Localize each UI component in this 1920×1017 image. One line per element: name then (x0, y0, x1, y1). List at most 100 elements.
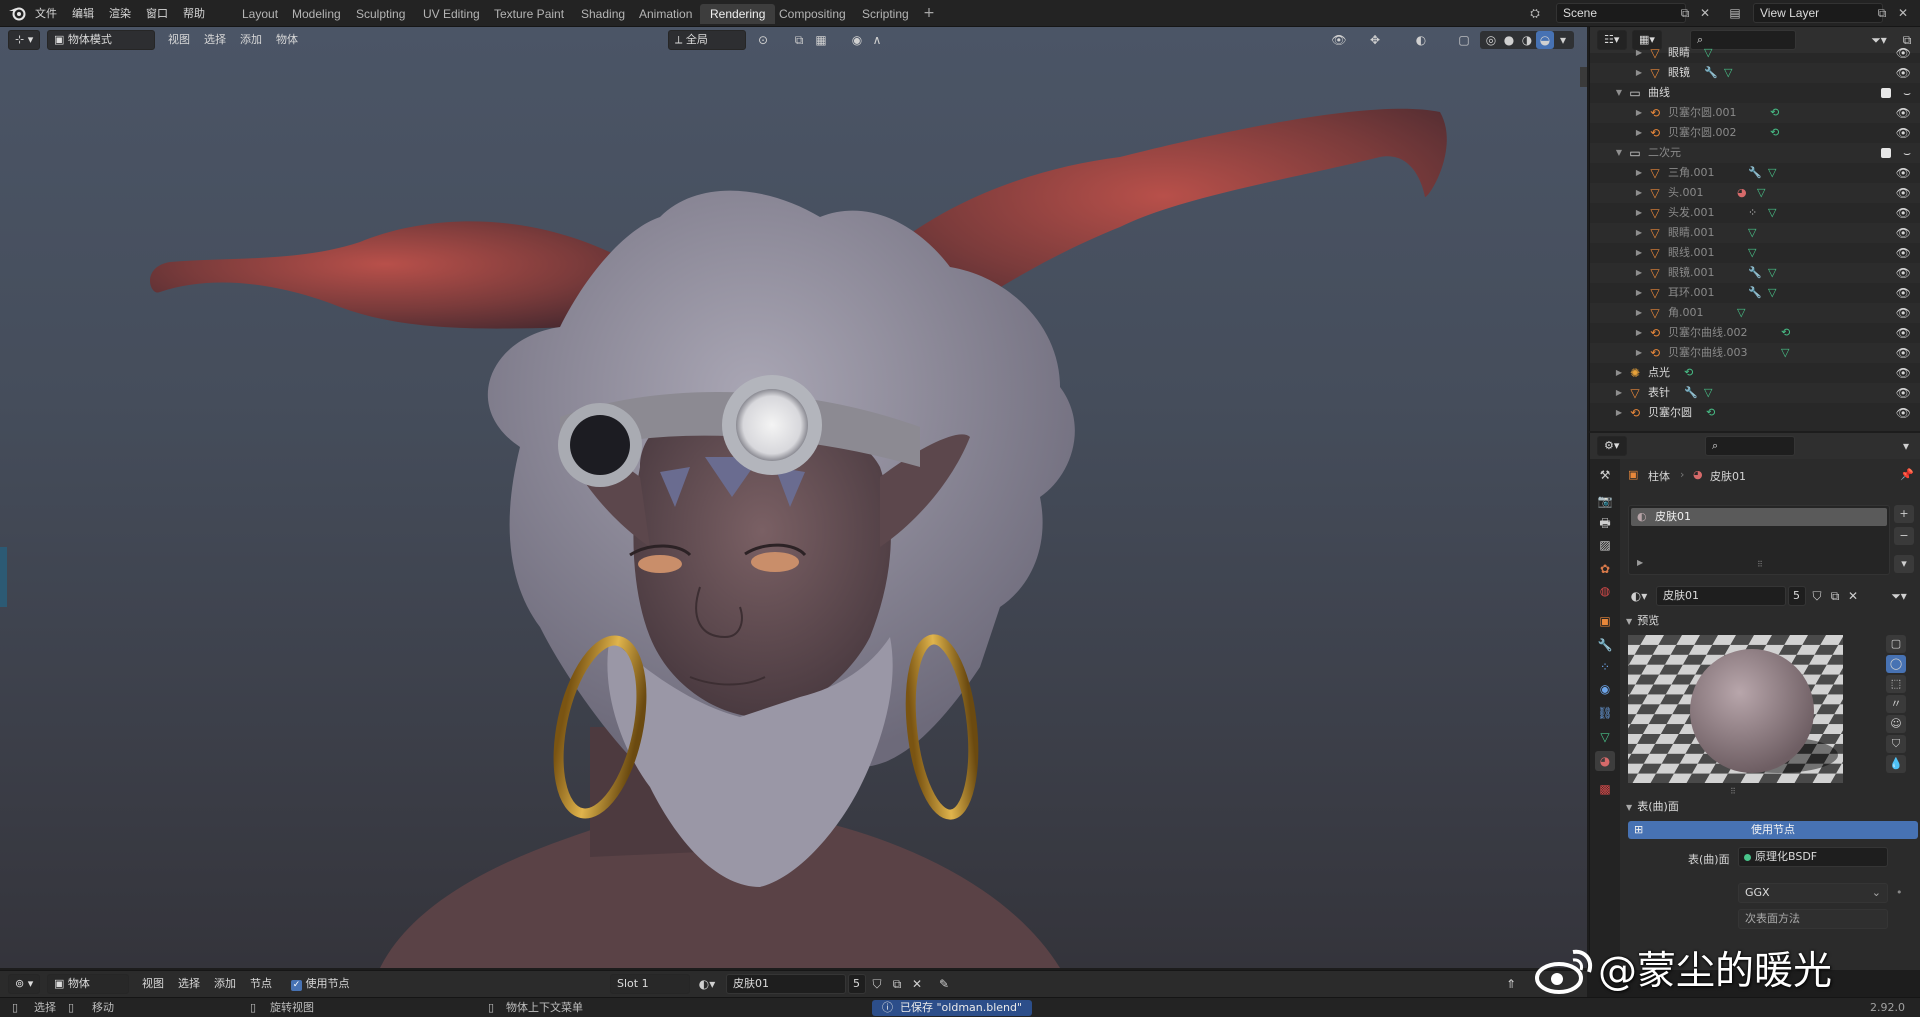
surface-shader-field[interactable]: 原理化BSDF (1738, 847, 1888, 867)
mesh-icon[interactable]: ▽ (1704, 383, 1712, 403)
visibility-eye-icon[interactable]: 👁 (1896, 243, 1911, 263)
expand-arrow-icon[interactable]: ▶ (1634, 263, 1644, 283)
pivot-icon[interactable]: ⊙ (754, 31, 772, 49)
menu-window[interactable]: 窗口 (146, 0, 168, 27)
remove-scene-icon[interactable]: ✕ (1695, 4, 1715, 22)
view-layer-field[interactable]: View Layer (1753, 3, 1883, 23)
expand-arrow-icon[interactable]: ▶ (1614, 383, 1624, 403)
expand-arrow-icon[interactable]: ▶ (1614, 363, 1624, 383)
wrench-icon[interactable]: 🔧 (1748, 283, 1762, 303)
tab-sculpting[interactable]: Sculpting (346, 4, 415, 24)
proportional-edit-icon[interactable]: ◉ (848, 31, 866, 49)
particles-icon[interactable]: ⁘ (1748, 203, 1757, 223)
parent-node-tree-icon[interactable]: ⇑ (1502, 975, 1520, 993)
remove-slot-icon[interactable]: − (1894, 527, 1914, 545)
mesh-icon[interactable]: ▽ (1757, 183, 1765, 203)
world-tab-icon[interactable]: ◍ (1595, 581, 1615, 601)
object-tab-icon[interactable]: ▣ (1595, 611, 1615, 631)
mesh-icon[interactable]: ▽ (1781, 343, 1789, 363)
scene-selector-icon[interactable]: ⛭ (1525, 4, 1545, 22)
visibility-eye-icon[interactable]: 👁 (1896, 343, 1911, 363)
outliner-object-row[interactable]: ▶ ⟲ 贝塞尔曲线.002 ⟲ 👁 (1590, 323, 1920, 343)
use-nodes-button[interactable]: ⊞ 使用节点 (1628, 821, 1918, 839)
expand-arrow-icon[interactable]: ▶ (1634, 243, 1644, 263)
outliner-item-label[interactable]: 二次元 (1648, 143, 1681, 163)
wrench-icon[interactable]: 🔧 (1748, 263, 1762, 283)
slot-dropdown[interactable]: Slot 1 (610, 974, 690, 994)
physics-tab-icon[interactable]: ◉ (1595, 679, 1615, 699)
mesh-icon[interactable]: ▽ (1704, 43, 1712, 63)
link-mode-icon[interactable]: ⏷▾ (1890, 587, 1908, 605)
tab-modeling[interactable]: Modeling (282, 4, 351, 24)
duplicate-material-icon[interactable]: ⧉ (888, 975, 906, 993)
expand-arrow-icon[interactable]: ▶ (1634, 283, 1644, 303)
snap-icon[interactable]: ⧉ (790, 31, 808, 49)
3d-viewport[interactable]: ⊹ ▾ ▣ 物体模式 视图 选择 添加 物体 ⟂ 全局 ⊙ ⧉ ▦ ◉ ∧ 👁 … (0, 27, 1587, 968)
wrench-icon[interactable]: 🔧 (1684, 383, 1698, 403)
tab-compositing[interactable]: Compositing (769, 4, 856, 24)
visibility-eye-icon[interactable]: 👁 (1896, 303, 1911, 323)
exclude-checkbox[interactable] (1881, 88, 1891, 98)
expand-list-icon[interactable]: ▶ (1637, 558, 1643, 567)
fake-user-icon[interactable]: ⛉ (868, 975, 886, 993)
light-data-icon[interactable]: ⟲ (1684, 363, 1693, 383)
mesh-icon[interactable]: ▽ (1748, 243, 1756, 263)
rendered-scene[interactable] (0, 27, 1587, 968)
texture-tab-icon[interactable]: ▩ (1595, 779, 1615, 799)
node-menu-view[interactable]: 视图 (137, 974, 169, 994)
material-icon[interactable]: ◕ (1737, 183, 1747, 203)
outliner-item-label[interactable]: 点光 (1648, 363, 1670, 383)
expand-arrow-icon[interactable]: ▶ (1634, 323, 1644, 343)
tab-scripting[interactable]: Scripting (852, 4, 919, 24)
gizmo-icon[interactable]: ✥ (1366, 31, 1384, 49)
expand-arrow-icon[interactable]: ▶ (1634, 183, 1644, 203)
falloff-icon[interactable]: ∧ (868, 31, 886, 49)
tool-tab-icon[interactable]: ⚒ (1595, 465, 1615, 485)
duplicate-material-icon[interactable]: ⧉ (1826, 587, 1844, 605)
mesh-icon[interactable]: ▽ (1768, 283, 1776, 303)
viewport-menu-view[interactable]: 视图 (163, 30, 195, 50)
expand-arrow-icon[interactable]: ▼ (1614, 143, 1624, 163)
preview-flat-icon[interactable]: ▢ (1886, 635, 1906, 653)
outliner-object-row[interactable]: ▶ ▽ 三角.001 🔧 ▽ 👁 (1590, 163, 1920, 183)
view-layer-icon[interactable]: ▤ (1725, 4, 1745, 22)
tab-animation[interactable]: Animation (629, 4, 702, 24)
visibility-eye-icon[interactable]: 👁 (1896, 203, 1911, 223)
mesh-icon[interactable]: ▽ (1768, 203, 1776, 223)
fake-user-icon[interactable]: ⛉ (1808, 587, 1826, 605)
outliner-object-row[interactable]: ▶ ⟲ 贝塞尔圆.002 ⟲ 👁 (1590, 123, 1920, 143)
outliner-object-row[interactable]: ▶ ▽ 耳环.001 🔧 ▽ 👁 (1590, 283, 1920, 303)
outliner-object-row[interactable]: ▶ ▽ 眼线.001 ▽ 👁 (1590, 243, 1920, 263)
visibility-eye-icon[interactable]: 👁 (1330, 31, 1348, 49)
solid-shading-icon[interactable]: ● (1500, 31, 1518, 49)
exclude-checkbox[interactable] (1881, 148, 1891, 158)
curve-icon[interactable]: ⟲ (1781, 323, 1790, 343)
pin-icon[interactable]: ✎ (935, 975, 953, 993)
add-slot-icon[interactable]: + (1894, 505, 1914, 523)
menu-file[interactable]: 文件 (35, 0, 57, 27)
view-layer-tab-icon[interactable]: ▨ (1595, 535, 1615, 555)
node-editor-type-dropdown[interactable]: ⊚ ▾ (8, 974, 40, 994)
material-preview-shading-icon[interactable]: ◑ (1518, 31, 1536, 49)
curve-icon[interactable]: ⟲ (1770, 103, 1779, 123)
expand-arrow-icon[interactable]: ▶ (1634, 203, 1644, 223)
subsurface-method-dropdown[interactable]: 次表面方法 (1738, 909, 1888, 929)
output-tab-icon[interactable]: 🖶 (1595, 513, 1615, 533)
visibility-eye-icon[interactable]: 👁 (1896, 43, 1911, 63)
mesh-icon[interactable]: ▽ (1737, 303, 1745, 323)
visibility-eye-icon[interactable]: 👁 (1896, 123, 1911, 143)
overlay-icon[interactable]: ◐ (1412, 31, 1430, 49)
resize-handle-icon[interactable]: ⠿ (1757, 560, 1763, 569)
outliner-item-label[interactable]: 曲线 (1648, 83, 1670, 103)
properties-options-icon[interactable]: ▾ (1897, 437, 1915, 455)
scene-tab-icon[interactable]: ✿ (1595, 559, 1615, 579)
outliner-object-row[interactable]: ▶ ▽ 角.001 ▽ 👁 (1590, 303, 1920, 323)
mesh-icon[interactable]: ▽ (1768, 163, 1776, 183)
mesh-icon[interactable]: ▽ (1748, 223, 1756, 243)
visibility-eye-icon[interactable]: 👁 (1896, 363, 1911, 383)
wrench-icon[interactable]: 🔧 (1748, 163, 1762, 183)
outliner-collection-row[interactable]: ▼ ▭ 二次元 ⌣ (1590, 143, 1920, 163)
render-tab-icon[interactable]: 📷 (1595, 491, 1615, 511)
tab-shading[interactable]: Shading (571, 4, 635, 24)
expand-arrow-icon[interactable]: ▶ (1634, 343, 1644, 363)
